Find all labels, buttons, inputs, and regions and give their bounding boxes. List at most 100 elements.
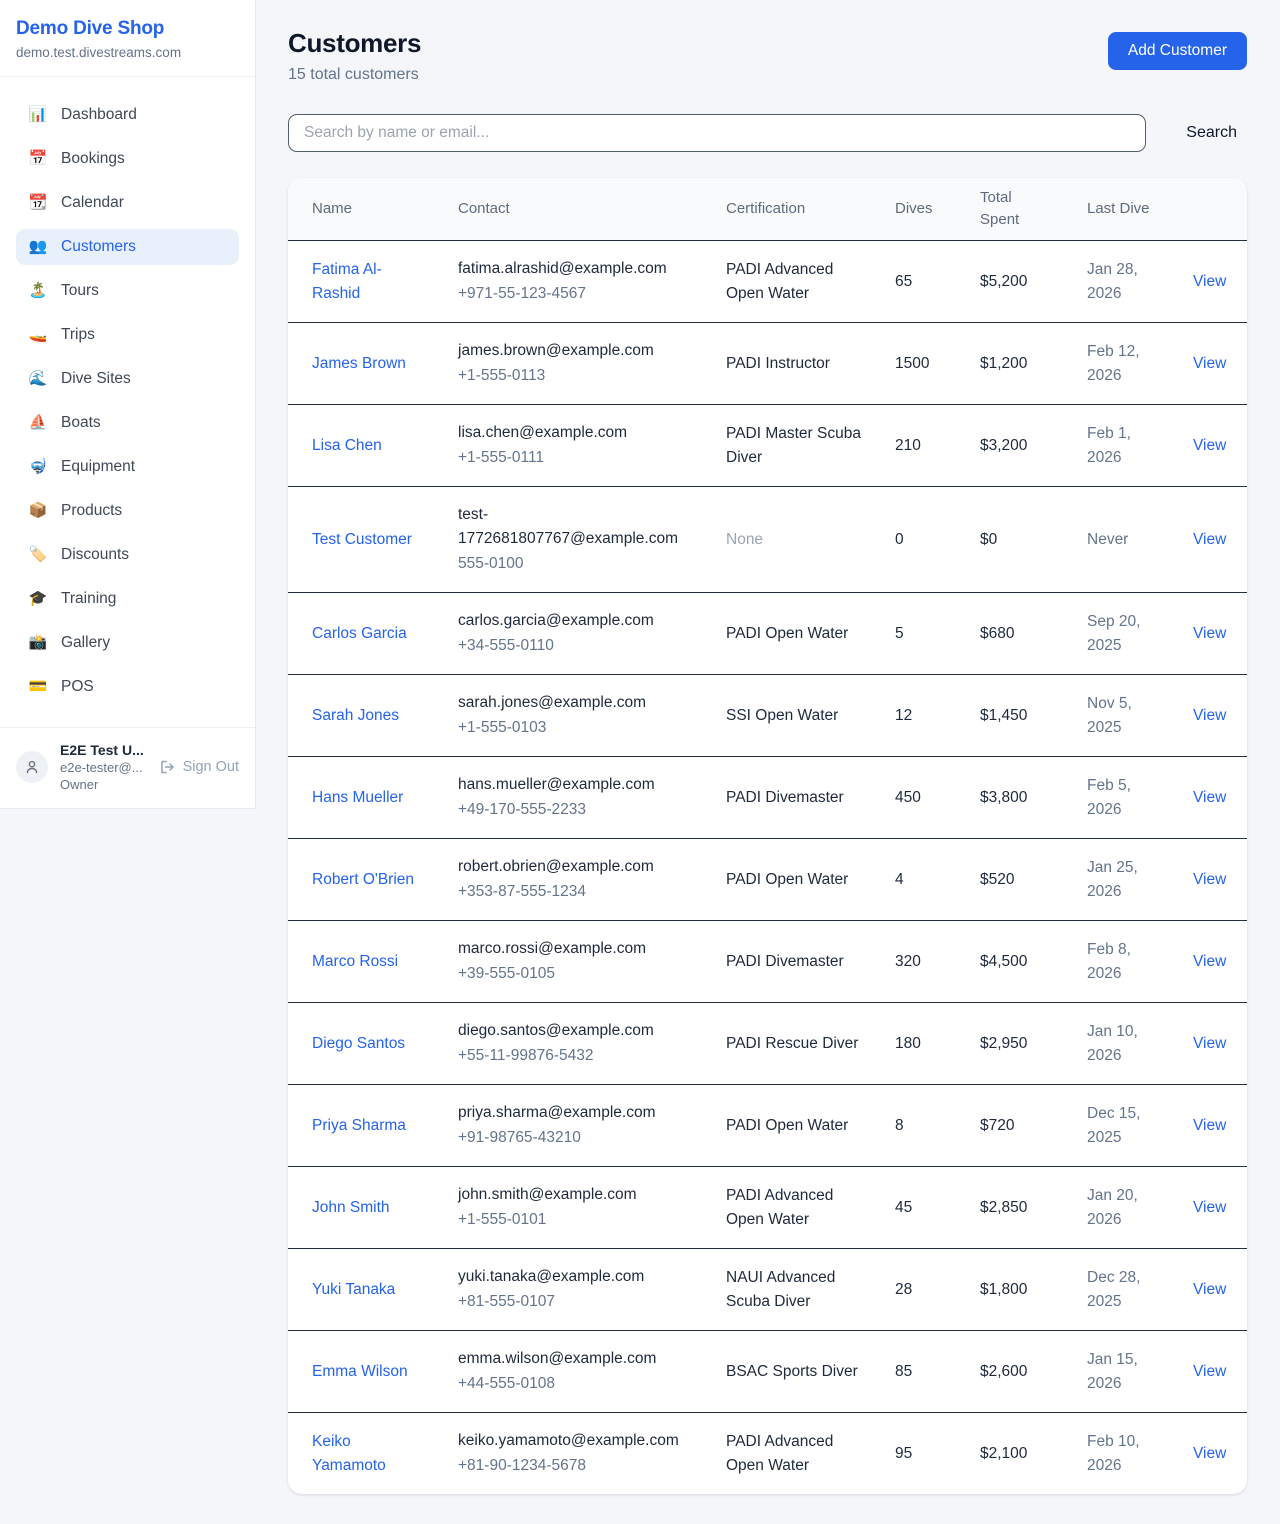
customer-name-link[interactable]: Diego Santos bbox=[312, 1035, 405, 1052]
customer-name-link[interactable]: Sarah Jones bbox=[312, 707, 399, 724]
customer-phone: +39-555-0105 bbox=[458, 962, 694, 986]
sidebar-item-calendar[interactable]: 📆 Calendar bbox=[16, 185, 239, 221]
user-role: Owner bbox=[60, 777, 159, 792]
total-spent-value: $4,500 bbox=[980, 953, 1027, 970]
customer-email: marco.rossi@example.com bbox=[458, 937, 694, 961]
view-link[interactable]: View bbox=[1193, 273, 1226, 290]
certification-value: PADI Master Scuba Diver bbox=[726, 425, 861, 466]
customer-name-link[interactable]: Robert O'Brien bbox=[312, 871, 414, 888]
view-link[interactable]: View bbox=[1193, 1035, 1226, 1052]
main-content: Customers 15 total customers Add Custome… bbox=[256, 0, 1280, 1524]
customer-email: diego.santos@example.com bbox=[458, 1019, 694, 1043]
table-row: Carlos Garcia carlos.garcia@example.com … bbox=[288, 593, 1247, 675]
speedboat-icon: 🚤 bbox=[28, 324, 48, 346]
package-icon: 📦 bbox=[28, 500, 48, 522]
sidebar-item-boats[interactable]: ⛵ Boats bbox=[16, 405, 239, 441]
table-row: James Brown james.brown@example.com +1-5… bbox=[288, 323, 1247, 405]
sidebar-item-equipment[interactable]: 🤿 Equipment bbox=[16, 449, 239, 485]
sidebar-item-training[interactable]: 🎓 Training bbox=[16, 581, 239, 617]
page-title: Customers bbox=[288, 28, 421, 59]
view-link[interactable]: View bbox=[1193, 953, 1226, 970]
customer-name-link[interactable]: Carlos Garcia bbox=[312, 625, 407, 642]
view-link[interactable]: View bbox=[1193, 1363, 1226, 1380]
customer-name-link[interactable]: Marco Rossi bbox=[312, 953, 398, 970]
credit-card-icon: 💳 bbox=[28, 676, 48, 698]
customer-name-link[interactable]: Fatima Al-Rashid bbox=[312, 261, 382, 302]
customer-phone: 555-0100 bbox=[458, 552, 694, 576]
customer-name-link[interactable]: James Brown bbox=[312, 355, 406, 372]
customers-table: NameContactCertificationDivesTotal Spent… bbox=[288, 178, 1247, 1494]
sidebar-item-dive-sites[interactable]: 🌊 Dive Sites bbox=[16, 361, 239, 397]
total-spent-value: $5,200 bbox=[980, 273, 1027, 290]
last-dive-value: Dec 28, 2025 bbox=[1087, 1269, 1140, 1310]
dives-value: 180 bbox=[895, 1035, 921, 1052]
view-link[interactable]: View bbox=[1193, 625, 1226, 642]
diving-mask-icon: 🤿 bbox=[28, 456, 48, 478]
customer-name-link[interactable]: John Smith bbox=[312, 1199, 390, 1216]
sidebar-item-tours[interactable]: 🏝️ Tours bbox=[16, 273, 239, 309]
search-input[interactable] bbox=[288, 114, 1146, 152]
customer-phone: +971-55-123-4567 bbox=[458, 282, 694, 306]
people-icon: 👥 bbox=[28, 236, 48, 258]
view-link[interactable]: View bbox=[1193, 437, 1226, 454]
customer-phone: +49-170-555-2233 bbox=[458, 798, 694, 822]
customer-name-link[interactable]: Lisa Chen bbox=[312, 437, 382, 454]
bar-chart-icon: 📊 bbox=[28, 104, 48, 126]
customer-phone: +1-555-0113 bbox=[458, 364, 694, 388]
sidebar-item-gallery[interactable]: 📸 Gallery bbox=[16, 625, 239, 661]
customer-phone: +55-11-99876-5432 bbox=[458, 1044, 694, 1068]
customer-name-link[interactable]: Emma Wilson bbox=[312, 1363, 408, 1380]
customer-name-link[interactable]: Test Customer bbox=[312, 531, 412, 548]
sidebar-item-trips[interactable]: 🚤 Trips bbox=[16, 317, 239, 353]
last-dive-value: Jan 25, 2026 bbox=[1087, 859, 1138, 900]
sailboat-icon: ⛵ bbox=[28, 412, 48, 434]
dives-value: 95 bbox=[895, 1445, 912, 1462]
last-dive-value: Feb 8, 2026 bbox=[1087, 941, 1131, 982]
last-dive-value: Nov 5, 2025 bbox=[1087, 695, 1132, 736]
view-link[interactable]: View bbox=[1193, 1445, 1226, 1462]
customer-email: lisa.chen@example.com bbox=[458, 421, 694, 445]
view-link[interactable]: View bbox=[1193, 1199, 1226, 1216]
view-link[interactable]: View bbox=[1193, 871, 1226, 888]
view-link[interactable]: View bbox=[1193, 707, 1226, 724]
last-dive-value: Feb 5, 2026 bbox=[1087, 777, 1131, 818]
total-spent-value: $2,850 bbox=[980, 1199, 1027, 1216]
total-spent-value: $1,450 bbox=[980, 707, 1027, 724]
column-header-last-dive: Last Dive bbox=[1071, 178, 1177, 241]
dives-value: 12 bbox=[895, 707, 912, 724]
view-link[interactable]: View bbox=[1193, 1281, 1226, 1298]
customer-name-link[interactable]: Priya Sharma bbox=[312, 1117, 406, 1134]
sidebar-item-bookings[interactable]: 📅 Bookings bbox=[16, 141, 239, 177]
customer-name-link[interactable]: Keiko Yamamoto bbox=[312, 1433, 386, 1474]
sidebar-item-discounts[interactable]: 🏷️ Discounts bbox=[16, 537, 239, 573]
certification-value: PADI Instructor bbox=[726, 355, 830, 372]
dives-value: 210 bbox=[895, 437, 921, 454]
customer-phone: +91-98765-43210 bbox=[458, 1126, 694, 1150]
certification-value: PADI Divemaster bbox=[726, 953, 844, 970]
search-button[interactable]: Search bbox=[1176, 124, 1247, 142]
customer-email: james.brown@example.com bbox=[458, 339, 694, 363]
last-dive-value: Feb 10, 2026 bbox=[1087, 1433, 1140, 1474]
sign-out-button[interactable]: Sign Out bbox=[159, 759, 239, 775]
view-link[interactable]: View bbox=[1193, 1117, 1226, 1134]
sidebar-item-customers[interactable]: 👥 Customers bbox=[16, 229, 239, 265]
sidebar-item-pos[interactable]: 💳 POS bbox=[16, 669, 239, 705]
add-customer-button[interactable]: Add Customer bbox=[1108, 32, 1247, 70]
view-link[interactable]: View bbox=[1193, 531, 1226, 548]
certification-value: None bbox=[726, 531, 763, 548]
sidebar-header: Demo Dive Shop demo.test.divestreams.com bbox=[0, 0, 255, 77]
sidebar-item-products[interactable]: 📦 Products bbox=[16, 493, 239, 529]
customer-email: robert.obrien@example.com bbox=[458, 855, 694, 879]
sidebar-nav: 📊 Dashboard 📅 Bookings 📆 Calendar 👥 Cust… bbox=[0, 77, 255, 727]
column-header-name: Name bbox=[288, 178, 442, 241]
view-link[interactable]: View bbox=[1193, 789, 1226, 806]
customer-name-link[interactable]: Yuki Tanaka bbox=[312, 1281, 395, 1298]
sidebar-item-dashboard[interactable]: 📊 Dashboard bbox=[16, 97, 239, 133]
shop-domain: demo.test.divestreams.com bbox=[16, 45, 239, 60]
last-dive-value: Jan 15, 2026 bbox=[1087, 1351, 1138, 1392]
view-link[interactable]: View bbox=[1193, 355, 1226, 372]
table-row: Priya Sharma priya.sharma@example.com +9… bbox=[288, 1085, 1247, 1167]
customer-name-link[interactable]: Hans Mueller bbox=[312, 789, 403, 806]
last-dive-value: Feb 1, 2026 bbox=[1087, 425, 1131, 466]
user-info: E2E Test U... e2e-tester@... Owner bbox=[60, 742, 159, 792]
